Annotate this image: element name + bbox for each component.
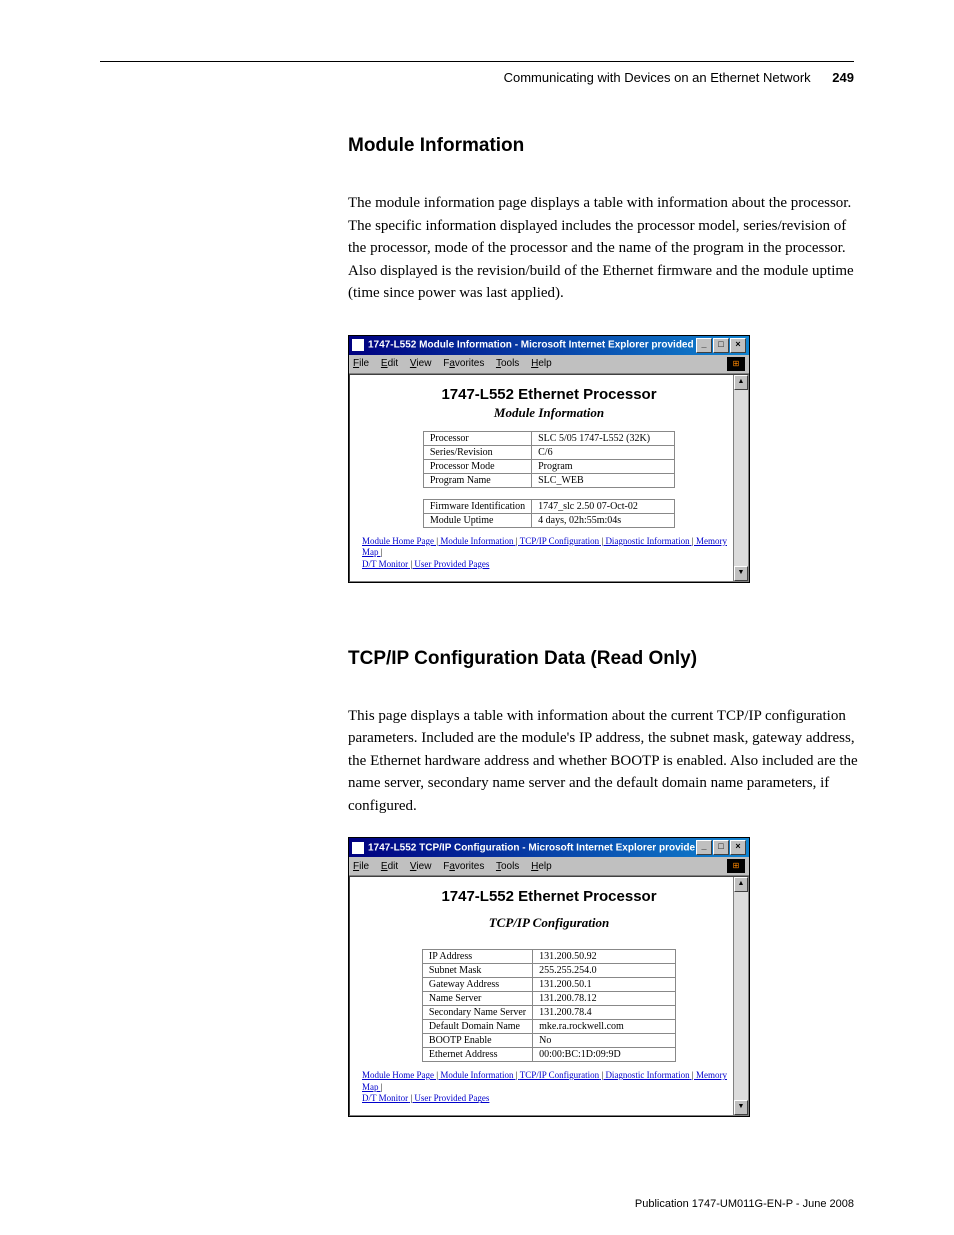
- ie-icon: [352, 842, 364, 854]
- table-row: Firmware Identification1747_slc 2.50 07-…: [423, 499, 674, 513]
- section-body-tcpip: This page displays a table with informat…: [348, 705, 858, 818]
- link[interactable]: Module Information: [440, 536, 513, 546]
- menu-tools[interactable]: Tools: [496, 358, 519, 369]
- table-row: Program NameSLC_WEB: [423, 473, 674, 487]
- scrollbar[interactable]: ▲ ▼: [733, 375, 748, 581]
- ie-throbber-icon: ⊞: [727, 859, 745, 873]
- scroll-up-button[interactable]: ▲: [734, 375, 748, 390]
- titlebar: 1747-L552 TCP/IP Configuration - Microso…: [349, 838, 749, 857]
- maximize-button[interactable]: □: [713, 840, 729, 855]
- close-button[interactable]: ×: [730, 338, 746, 353]
- link[interactable]: D/T Monitor: [362, 559, 408, 569]
- table-row: Subnet Mask255.255.254.0: [422, 964, 675, 978]
- ie-window-module-info: 1747-L552 Module Information - Microsoft…: [348, 335, 750, 583]
- link[interactable]: Module Information: [440, 1070, 513, 1080]
- page-content: ▲ ▼ 1747-L552 Ethernet Processor TCP/IP …: [349, 876, 749, 1116]
- menu-favorites[interactable]: Favorites: [443, 861, 484, 872]
- link[interactable]: Diagnostic Information: [605, 1070, 689, 1080]
- running-header: Communicating with Devices on an Etherne…: [504, 70, 854, 85]
- table-row: Gateway Address131.200.50.1: [422, 978, 675, 992]
- menu-edit[interactable]: Edit: [381, 358, 398, 369]
- scroll-down-button[interactable]: ▼: [734, 1100, 748, 1115]
- publication-footer: Publication 1747-UM011G-EN-P - June 2008: [635, 1198, 854, 1210]
- window-title: 1747-L552 Module Information - Microsoft…: [368, 340, 695, 351]
- nav-links: Module Home Page | Module Information | …: [362, 1070, 736, 1105]
- table-row: Default Domain Namemke.ra.rockwell.com: [422, 1020, 675, 1034]
- header-divider: [100, 61, 854, 62]
- link[interactable]: User Provided Pages: [414, 559, 489, 569]
- scrollbar[interactable]: ▲ ▼: [733, 877, 748, 1115]
- link[interactable]: TCP/IP Configuration: [520, 536, 599, 546]
- menu-favorites[interactable]: Favorites: [443, 358, 484, 369]
- link[interactable]: Module Home Page: [362, 1070, 434, 1080]
- menu-edit[interactable]: Edit: [381, 861, 398, 872]
- menu-view[interactable]: View: [410, 358, 432, 369]
- link[interactable]: Module Home Page: [362, 536, 434, 546]
- table-row: Secondary Name Server131.200.78.4: [422, 1006, 675, 1020]
- page-content: ▲ ▼ 1747-L552 Ethernet Processor Module …: [349, 374, 749, 582]
- ie-icon: [352, 339, 364, 351]
- module-info-table: ProcessorSLC 5/05 1747-L552 (32K) Series…: [423, 431, 675, 528]
- table-row: BOOTP EnableNo: [422, 1034, 675, 1048]
- menu-tools[interactable]: Tools: [496, 861, 519, 872]
- table-row: Ethernet Address00:00:BC:1D:09:9D: [422, 1048, 675, 1062]
- page-number: 249: [832, 70, 854, 85]
- section-heading-tcpip: TCP/IP Configuration Data (Read Only): [348, 648, 858, 670]
- close-button[interactable]: ×: [730, 840, 746, 855]
- window-title: 1747-L552 TCP/IP Configuration - Microso…: [368, 842, 695, 853]
- table-row: ProcessorSLC 5/05 1747-L552 (32K): [423, 431, 674, 445]
- ie-throbber-icon: ⊞: [727, 357, 745, 371]
- maximize-button[interactable]: □: [713, 338, 729, 353]
- menu-help[interactable]: Help: [531, 861, 552, 872]
- scroll-down-button[interactable]: ▼: [734, 566, 748, 581]
- menubar: File Edit View Favorites Tools Help ⊞: [349, 857, 749, 876]
- inner-subheading: Module Information: [362, 405, 736, 421]
- inner-heading: 1747-L552 Ethernet Processor: [362, 888, 736, 905]
- link[interactable]: Diagnostic Information: [605, 536, 689, 546]
- menu-help[interactable]: Help: [531, 358, 552, 369]
- minimize-button[interactable]: _: [696, 338, 712, 353]
- table-row: Processor ModeProgram: [423, 459, 674, 473]
- menubar: File Edit View Favorites Tools Help ⊞: [349, 355, 749, 374]
- scroll-up-button[interactable]: ▲: [734, 877, 748, 892]
- inner-subheading: TCP/IP Configuration: [362, 915, 736, 931]
- section-body-module-info: The module information page displays a t…: [348, 192, 858, 305]
- tcpip-table: IP Address131.200.50.92 Subnet Mask255.2…: [422, 949, 676, 1062]
- minimize-button[interactable]: _: [696, 840, 712, 855]
- table-row: Module Uptime4 days, 02h:55m:04s: [423, 513, 674, 527]
- titlebar: 1747-L552 Module Information - Microsoft…: [349, 336, 749, 355]
- link[interactable]: D/T Monitor: [362, 1093, 408, 1103]
- table-row: Name Server131.200.78.12: [422, 992, 675, 1006]
- menu-file[interactable]: File: [353, 861, 369, 872]
- menu-view[interactable]: View: [410, 861, 432, 872]
- table-row: Series/RevisionC/6: [423, 445, 674, 459]
- inner-heading: 1747-L552 Ethernet Processor: [362, 386, 736, 403]
- table-row: IP Address131.200.50.92: [422, 950, 675, 964]
- ie-window-tcpip: 1747-L552 TCP/IP Configuration - Microso…: [348, 837, 750, 1117]
- link[interactable]: User Provided Pages: [414, 1093, 489, 1103]
- nav-links: Module Home Page | Module Information | …: [362, 536, 736, 571]
- section-heading-module-info: Module Information: [348, 135, 858, 157]
- header-title: Communicating with Devices on an Etherne…: [504, 70, 811, 85]
- menu-file[interactable]: File: [353, 358, 369, 369]
- link[interactable]: TCP/IP Configuration: [520, 1070, 599, 1080]
